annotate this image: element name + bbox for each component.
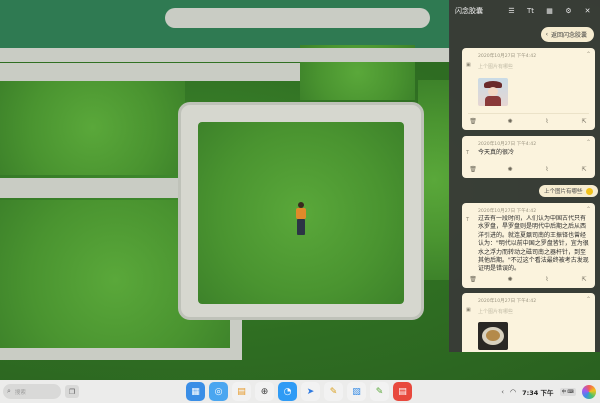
- grid-icon[interactable]: ▦: [543, 5, 556, 18]
- chevron-up-icon[interactable]: ⌃: [586, 51, 591, 58]
- task-view-button[interactable]: ❐: [65, 385, 79, 398]
- image-type-icon: ▣: [466, 307, 471, 313]
- notes-icon[interactable]: ✎: [324, 382, 343, 401]
- mirror-icon[interactable]: ⊕: [255, 382, 274, 401]
- gallery-icon[interactable]: ▧: [347, 382, 366, 401]
- multitask-icon[interactable]: ◎: [209, 382, 228, 401]
- files-icon[interactable]: ▤: [232, 382, 251, 401]
- text-type-icon: T: [466, 150, 470, 156]
- card-text: 今天真的很冷: [478, 149, 515, 156]
- attach-icon[interactable]: ⌇: [542, 164, 552, 174]
- text-type-icon: T: [466, 217, 470, 223]
- sun-icon[interactable]: ✺: [505, 116, 515, 126]
- flash-capsule-panel: 闪念胶囊 ☰ Tt ▦ ⚙ ✕ ‹ 返回闪念胶囊 2020年10月27日 下午4…: [449, 0, 600, 352]
- send-icon[interactable]: ➤: [301, 382, 320, 401]
- search-placeholder: 搜索: [14, 389, 26, 396]
- chevron-left-icon: ‹: [545, 31, 548, 38]
- launcher-icon[interactable]: ▦: [186, 382, 205, 401]
- card-hint: 上个图片有哪些: [478, 64, 514, 70]
- capsule-card[interactable]: 2020年10月27日 下午4:42 ⌃ T 今天真的很冷 🗑 ✺ ⌇ ⇱: [462, 136, 595, 178]
- pill-label: 上个图片有哪些: [544, 189, 583, 195]
- trash-icon[interactable]: 🗑: [468, 274, 478, 284]
- text-size-icon[interactable]: Tt: [524, 5, 537, 18]
- panel-title: 闪念胶囊: [455, 7, 483, 15]
- trash-icon[interactable]: 🗑: [468, 116, 478, 126]
- food-bowl-image[interactable]: [478, 322, 508, 350]
- input-method-badge[interactable]: 中 ⌨: [559, 387, 576, 396]
- card-actions: 🗑 ✺ ⌇ ⇱: [468, 164, 589, 174]
- settings-icon[interactable]: ⚙: [562, 5, 575, 18]
- chevron-left-icon[interactable]: ‹: [501, 388, 504, 396]
- card-timestamp: 2020年10月27日 下午4:42: [478, 299, 537, 304]
- panel-header: 闪念胶囊 ☰ Tt ▦ ⚙ ✕: [449, 0, 600, 22]
- calendar-icon[interactable]: ▤: [393, 382, 412, 401]
- list-icon[interactable]: ☰: [505, 5, 518, 18]
- close-icon[interactable]: ✕: [581, 5, 594, 18]
- image-question-pill[interactable]: 上个图片有哪些: [539, 185, 598, 197]
- attach-icon[interactable]: ⌇: [542, 116, 552, 126]
- card-actions: 🗑 ✺ ⌇ ⇱: [468, 274, 589, 284]
- clock[interactable]: 7:34 下午: [522, 387, 553, 397]
- return-button[interactable]: ‹ 返回闪念胶囊: [540, 27, 594, 42]
- card-timestamp: 2020年10月27日 下午4:42: [478, 142, 537, 147]
- yellow-dot-icon: [585, 187, 593, 195]
- taskbar-search[interactable]: ⌕ 搜索: [3, 384, 61, 399]
- return-label: 返回闪念胶囊: [550, 32, 587, 39]
- capsule-card[interactable]: 2020年10月27日 下午4:42 ⌃ T 过去有一段时间，人们认为中国古代只…: [462, 203, 595, 288]
- assistant-icon[interactable]: [582, 384, 596, 399]
- sun-icon[interactable]: ✺: [505, 274, 515, 284]
- chevron-up-icon[interactable]: ⌃: [586, 206, 591, 213]
- share-icon[interactable]: ⇱: [579, 164, 589, 174]
- attach-icon[interactable]: ⌇: [542, 274, 552, 284]
- card-text: 过去有一段时间，人们认为中国古代只有水罗盘，旱罗盘则是明代中后期之后从西洋引进的…: [478, 215, 589, 272]
- dock: ▦ ◎ ▤ ⊕ ◔ ➤ ✎ ▧ ✎ ▤: [186, 382, 412, 401]
- card-hint: 上个图片有哪些: [478, 309, 514, 315]
- chevron-up-icon[interactable]: ⌃: [586, 139, 591, 146]
- share-icon[interactable]: ⇱: [579, 116, 589, 126]
- trash-icon[interactable]: 🗑: [468, 164, 478, 174]
- card-timestamp: 2020年10月27日 下午4:42: [478, 54, 537, 59]
- capsule-card[interactable]: 2020年10月27日 下午4:42 ⌃ ▣ 上个图片有哪些: [462, 293, 595, 352]
- search-icon: ⌕: [7, 387, 11, 395]
- system-tray: ‹ ◠ 7:34 下午 中 ⌨: [501, 383, 596, 400]
- card-timestamp: 2020年10月27日 下午4:42: [478, 209, 537, 214]
- chevron-up-icon[interactable]: ⌃: [586, 296, 591, 303]
- person-lying-on-grass: [294, 202, 308, 236]
- image-type-icon: ▣: [466, 62, 471, 68]
- browser-icon[interactable]: ◔: [278, 382, 297, 401]
- capsule-card[interactable]: 2020年10月27日 下午4:42 ⌃ ▣ 上个图片有哪些 🗑 ✺ ⌇ ⇱: [462, 48, 595, 130]
- wifi-icon[interactable]: ◠: [510, 388, 516, 396]
- card-actions: 🗑 ✺ ⌇ ⇱: [468, 116, 589, 126]
- taskbar: ⌕ 搜索 ❐ ▦ ◎ ▤ ⊕ ◔ ➤ ✎ ▧ ✎ ▤ ‹ ◠ 7:34 下午 中…: [0, 380, 600, 403]
- sun-icon[interactable]: ✺: [505, 164, 515, 174]
- sticky-notes-icon[interactable]: ✎: [370, 382, 389, 401]
- share-icon[interactable]: ⇱: [579, 274, 589, 284]
- card-divider: [468, 113, 589, 114]
- anime-character-image[interactable]: [478, 78, 508, 106]
